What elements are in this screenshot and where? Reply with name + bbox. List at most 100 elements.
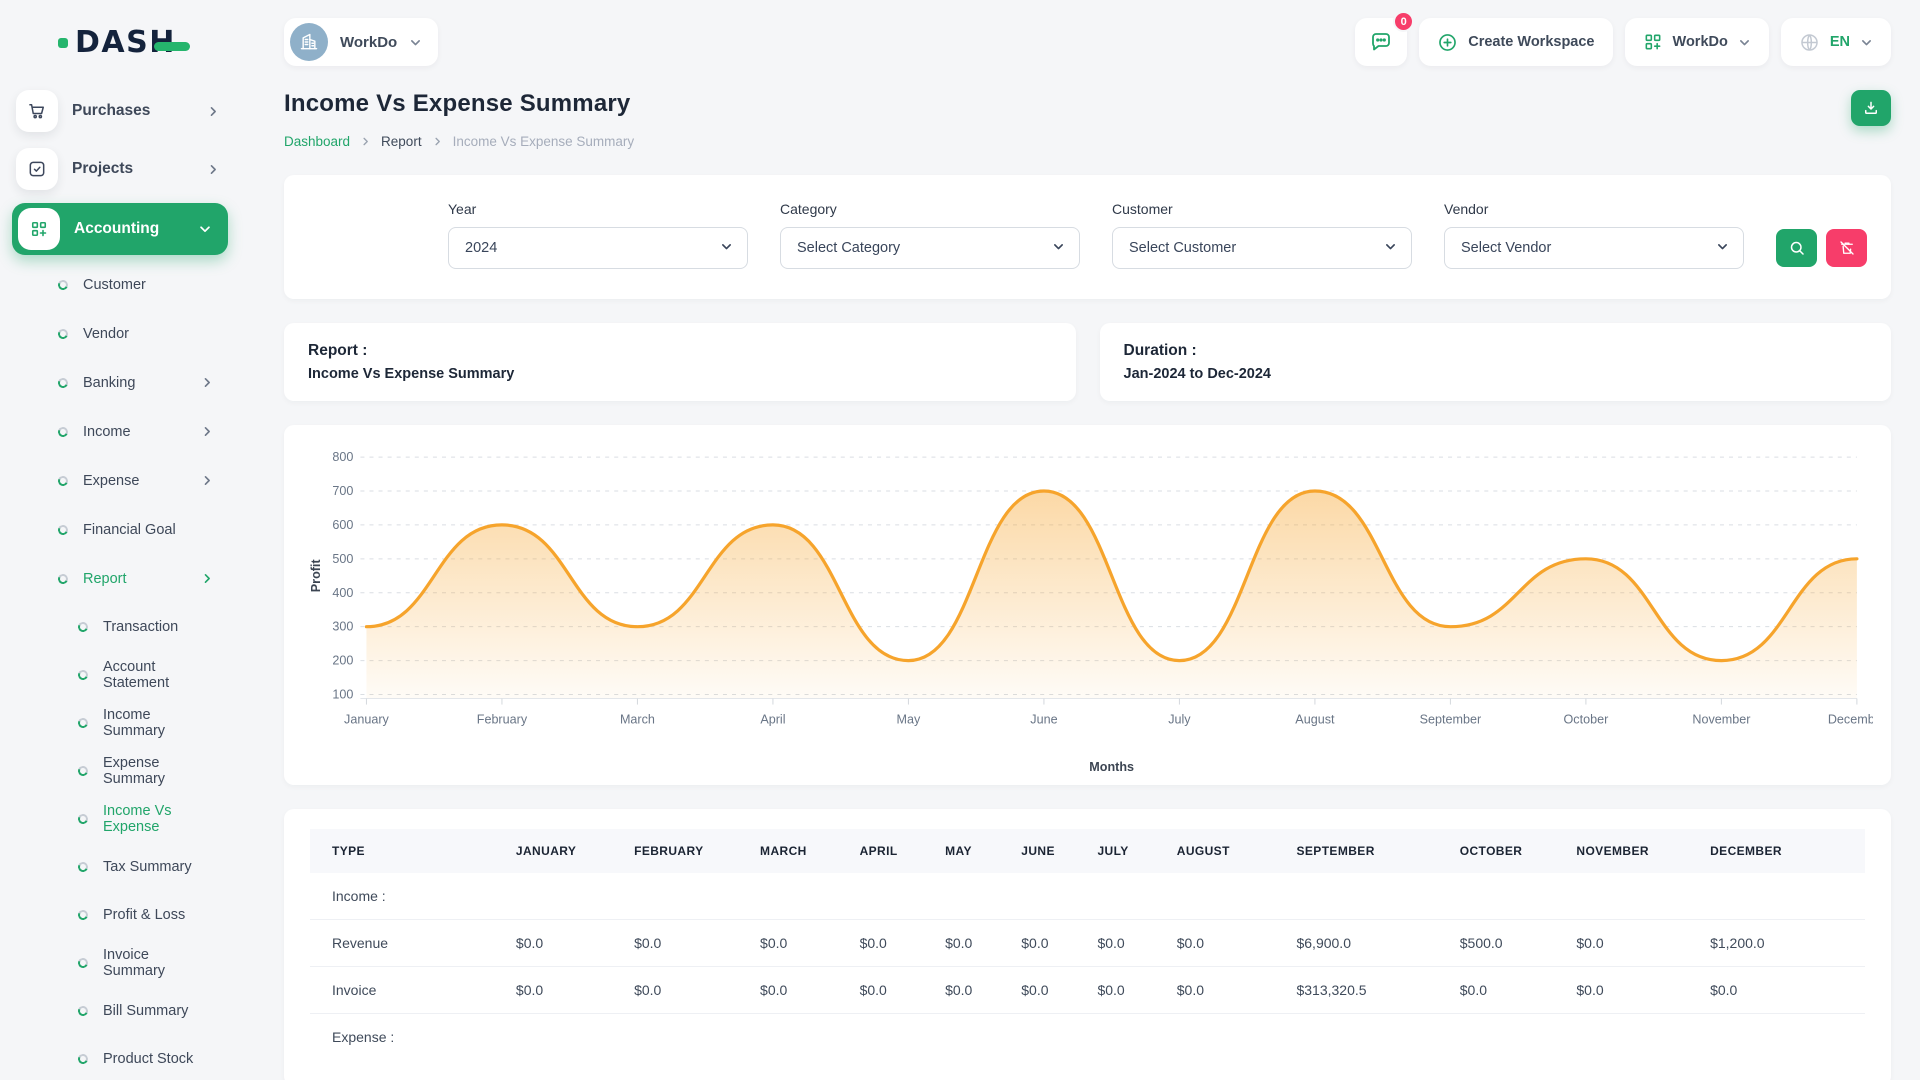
category-label: Category — [780, 201, 1080, 217]
customer-select[interactable]: Select Customer — [1112, 227, 1412, 269]
sidebar-item-expense[interactable]: Expense — [0, 456, 240, 505]
create-workspace-button[interactable]: Create Workspace — [1419, 18, 1612, 66]
search-icon — [1788, 239, 1806, 257]
cell-value: $0.0 — [850, 920, 936, 967]
sidebar-item-label: Projects — [72, 160, 133, 178]
sidebar-item-income[interactable]: Income — [0, 407, 240, 456]
bullet-icon — [57, 278, 70, 291]
sidebar-item-purchases[interactable]: Purchases — [0, 82, 240, 140]
column-header-march: MARCH — [750, 829, 850, 873]
chevron-down-icon — [720, 240, 733, 257]
sidebar-item-banking[interactable]: Banking — [0, 358, 240, 407]
cell-value: $0.0 — [1087, 920, 1166, 967]
sidebar-item-vendor[interactable]: Vendor — [0, 309, 240, 358]
column-header-january: JANUARY — [506, 829, 624, 873]
svg-text:November: November — [1692, 713, 1750, 727]
breadcrumb-report[interactable]: Report — [381, 134, 422, 149]
chevron-down-icon — [409, 36, 422, 49]
filter-card: Year 2024 Category Select Category Custo… — [284, 175, 1891, 299]
chevron-down-icon — [1738, 36, 1751, 49]
bullet-icon — [77, 1053, 90, 1066]
workspace-menu-button[interactable]: WorkDo — [1625, 18, 1769, 66]
vendor-select[interactable]: Select Vendor — [1444, 227, 1744, 269]
row-label: Income : — [310, 873, 1865, 920]
plus-circle-icon — [1437, 32, 1458, 53]
category-select[interactable]: Select Category — [780, 227, 1080, 269]
breadcrumb-dashboard[interactable]: Dashboard — [284, 134, 350, 149]
column-header-february: FEBRUARY — [624, 829, 750, 873]
language-value: EN — [1830, 34, 1850, 50]
sidebar-item-financial-goal[interactable]: Financial Goal — [0, 505, 240, 554]
vendor-field: Vendor Select Vendor — [1444, 201, 1744, 269]
svg-text:100: 100 — [332, 688, 353, 702]
column-header-november: NOVEMBER — [1566, 829, 1700, 873]
svg-text:May: May — [897, 713, 921, 727]
cell-value: $0.0 — [1566, 920, 1700, 967]
reset-filter-button[interactable] — [1826, 229, 1867, 267]
messages-button[interactable]: 0 — [1355, 18, 1407, 66]
cell-value: $0.0 — [1450, 967, 1567, 1014]
svg-text:December: December — [1828, 713, 1873, 727]
sidebar-item-profit-loss[interactable]: Profit & Loss — [0, 891, 240, 939]
cell-value: $0.0 — [506, 967, 624, 1014]
sidebar-item-label: Financial Goal — [83, 522, 176, 538]
sidebar-item-label: Expense — [83, 473, 139, 489]
report-card: Report : Income Vs Expense Summary — [284, 323, 1076, 401]
profit-chart-card: 100200300400500600700800JanuaryFebruaryM… — [284, 425, 1891, 785]
breadcrumb: Dashboard Report Income Vs Expense Summa… — [284, 134, 1891, 149]
bullet-icon — [57, 572, 70, 585]
category-field: Category Select Category — [780, 201, 1080, 269]
sidebar-item-label: Tax Summary — [103, 859, 192, 875]
profit-area-chart[interactable]: 100200300400500600700800JanuaryFebruaryM… — [302, 441, 1873, 779]
sidebar-item-projects[interactable]: Projects — [0, 140, 240, 198]
bullet-icon — [57, 523, 70, 536]
topbar: WorkDo 0 Create Workspace WorkDo — [284, 10, 1891, 74]
sidebar-item-account-statement[interactable]: Account Statement — [0, 651, 240, 699]
sidebar-item-tax-summary[interactable]: Tax Summary — [0, 843, 240, 891]
table-body: Income :Revenue$0.0$0.0$0.0$0.0$0.0$0.0$… — [310, 873, 1865, 1060]
svg-text:August: August — [1295, 713, 1335, 727]
column-header-october: OCTOBER — [1450, 829, 1567, 873]
table-row-invoice: Invoice$0.0$0.0$0.0$0.0$0.0$0.0$0.0$0.0$… — [310, 967, 1865, 1014]
globe-icon — [1799, 32, 1820, 53]
cell-value: $1,200.0 — [1700, 920, 1865, 967]
sidebar-item-product-stock[interactable]: Product Stock — [0, 1035, 240, 1080]
svg-text:500: 500 — [332, 552, 353, 566]
cell-value: $0.0 — [506, 920, 624, 967]
sidebar-item-invoice-summary[interactable]: Invoice Summary — [0, 939, 240, 987]
sidebar-item-bill-summary[interactable]: Bill Summary — [0, 987, 240, 1035]
cell-value: $0.0 — [750, 967, 850, 1014]
svg-text:600: 600 — [332, 518, 353, 532]
sidebar-nav: Purchases Projects Accounting CustomerVendo… — [0, 82, 240, 1080]
row-label: Invoice — [310, 967, 506, 1014]
sidebar-item-customer[interactable]: Customer — [0, 260, 240, 309]
income-expense-table: TYPEJANUARYFEBRUARYMARCHAPRILMAYJUNEJULY… — [310, 829, 1865, 1060]
sidebar-item-expense-summary[interactable]: Expense Summary — [0, 747, 240, 795]
bullet-icon — [77, 669, 90, 682]
year-select[interactable]: 2024 — [448, 227, 748, 269]
cell-value: $0.0 — [1566, 967, 1700, 1014]
language-selector[interactable]: EN — [1781, 18, 1891, 66]
download-button[interactable] — [1851, 90, 1891, 126]
sidebar-item-transaction[interactable]: Transaction — [0, 603, 240, 651]
sidebar-item-accounting[interactable]: Accounting — [12, 203, 228, 255]
cell-value: $6,900.0 — [1286, 920, 1449, 967]
bullet-icon — [77, 861, 90, 874]
brand-logo[interactable]: DASH — [0, 14, 240, 72]
sidebar-item-report[interactable]: Report — [0, 554, 240, 603]
sidebar-item-income-summary[interactable]: Income Summary — [0, 699, 240, 747]
sidebar-item-income-vs-expense[interactable]: Income Vs Expense — [0, 795, 240, 843]
column-header-may: MAY — [935, 829, 1011, 873]
row-label: Expense : — [310, 1014, 1865, 1061]
apply-filter-button[interactable] — [1776, 229, 1817, 267]
cart-icon — [16, 90, 58, 132]
bullet-icon — [77, 813, 90, 826]
cell-value: $313,320.5 — [1286, 967, 1449, 1014]
summary-cards: Report : Income Vs Expense Summary Durat… — [284, 323, 1891, 401]
svg-text:800: 800 — [332, 450, 353, 464]
svg-text:Months: Months — [1089, 760, 1134, 774]
chevron-right-icon — [201, 474, 214, 487]
workspace-switcher[interactable]: WorkDo — [284, 18, 438, 66]
checkbox-icon — [16, 148, 58, 190]
column-header-august: AUGUST — [1167, 829, 1287, 873]
